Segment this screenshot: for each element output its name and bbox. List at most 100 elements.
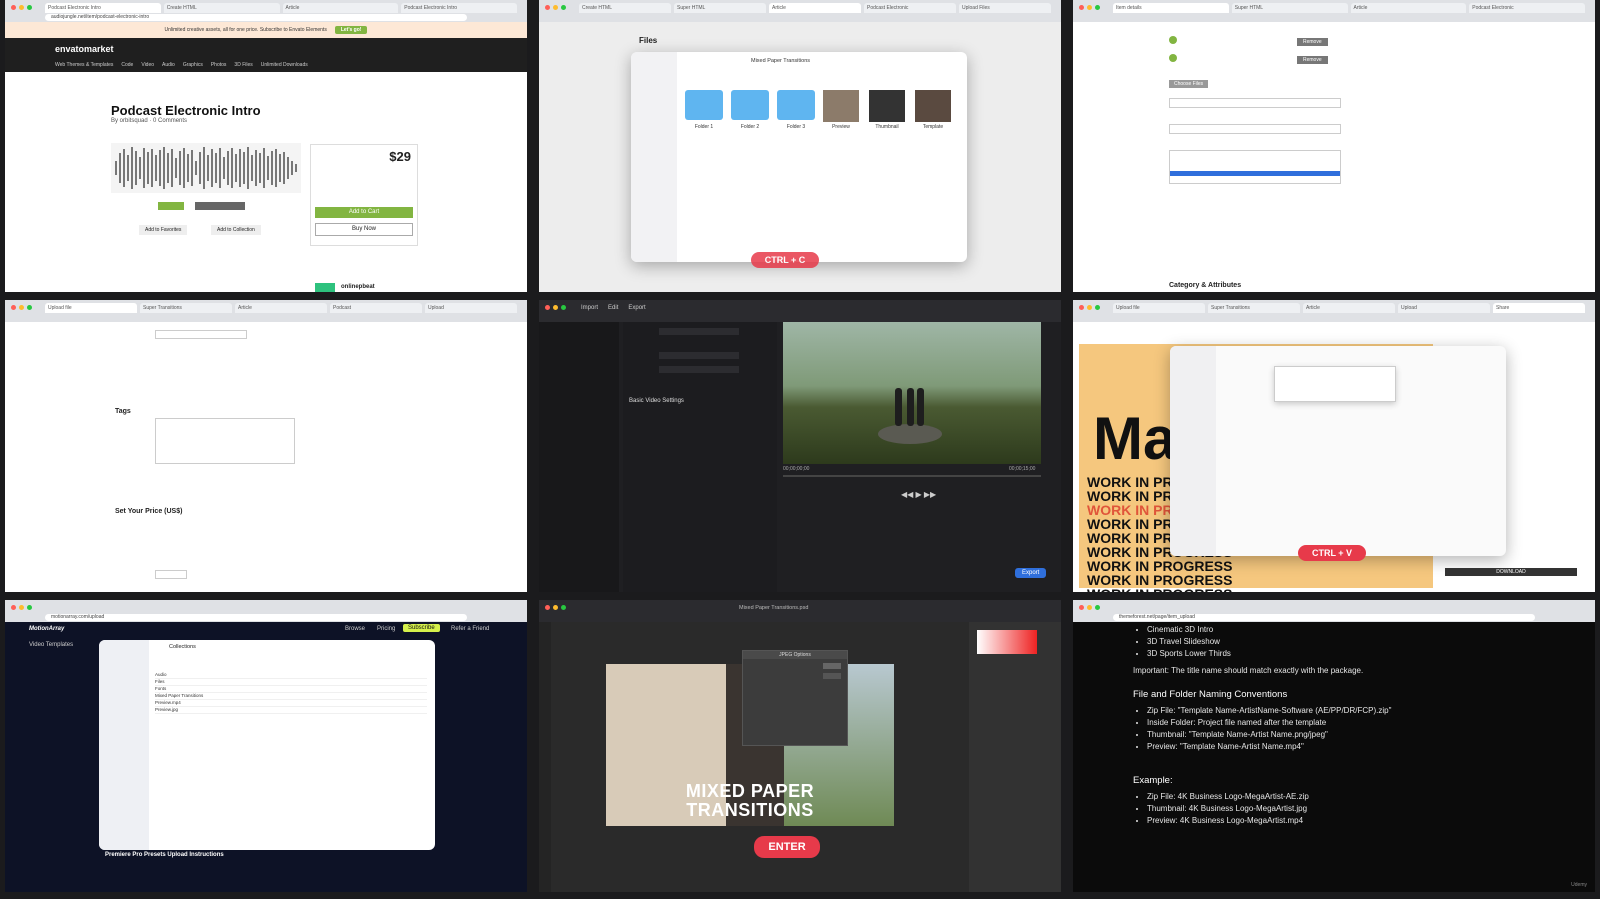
nav-link[interactable]: Browse [345, 626, 365, 632]
main-file-select[interactable] [1169, 124, 1341, 134]
export-button[interactable]: Export [1015, 568, 1047, 578]
close-dot[interactable] [1079, 5, 1084, 10]
zoom-dot[interactable] [1095, 5, 1100, 10]
seller-name[interactable]: onlinepbeat [341, 284, 375, 290]
menu-item[interactable]: Edit [608, 305, 618, 311]
file-thumbnail[interactable] [915, 90, 951, 122]
seller-avatar[interactable] [315, 283, 335, 292]
minimize-dot[interactable] [19, 605, 24, 610]
close-dot[interactable] [545, 605, 550, 610]
minimize-dot[interactable] [1087, 305, 1092, 310]
close-dot[interactable] [545, 305, 550, 310]
ok-button[interactable] [823, 663, 841, 669]
list-item[interactable]: Files [155, 679, 427, 686]
list-item[interactable]: Preview.jpg [155, 707, 427, 714]
window-controls[interactable] [11, 605, 32, 610]
close-dot[interactable] [1079, 305, 1084, 310]
zoom-dot[interactable] [27, 5, 32, 10]
browser-tab[interactable]: Podcast Electronic [1469, 3, 1585, 13]
browser-tab[interactable]: Article [282, 3, 399, 13]
timeline-scrubber[interactable] [783, 475, 1041, 477]
collection-button[interactable]: Add to Collection [211, 225, 261, 235]
address-bar[interactable]: motionarray.com/upload [45, 614, 467, 621]
browser-tab[interactable]: Upload file [1113, 303, 1205, 313]
choose-files-button[interactable]: Choose Files [1169, 80, 1209, 88]
preset-select[interactable] [659, 352, 739, 359]
filename-input[interactable] [659, 328, 739, 335]
promo-cta-button[interactable]: Let's go! [334, 26, 368, 34]
zoom-dot[interactable] [27, 605, 32, 610]
minimize-dot[interactable] [553, 605, 558, 610]
list-item[interactable]: Audio [155, 672, 427, 679]
preview-dropdown[interactable] [1169, 150, 1341, 184]
playback-controls[interactable]: ◀◀ ▶ ▶▶ [901, 490, 936, 499]
window-controls[interactable] [1079, 605, 1100, 610]
browser-tab[interactable]: Podcast Electronic Intro [401, 3, 517, 13]
zoom-dot[interactable] [1095, 305, 1100, 310]
site-logo[interactable]: envatomarket [55, 44, 114, 54]
file-thumbnail[interactable] [869, 90, 905, 122]
window-controls[interactable] [545, 605, 566, 610]
browser-tab[interactable]: Upload Files [959, 3, 1051, 13]
close-dot[interactable] [11, 305, 16, 310]
zoom-dot[interactable] [561, 305, 566, 310]
minimize-dot[interactable] [553, 305, 558, 310]
thumbnail-select[interactable] [1169, 98, 1341, 108]
close-dot[interactable] [1079, 605, 1084, 610]
menu-item[interactable]: Import [581, 305, 598, 311]
menu-item[interactable]: Audio [162, 62, 175, 68]
folder-icon[interactable] [685, 90, 723, 120]
window-controls[interactable] [11, 5, 32, 10]
menu-item[interactable]: Code [121, 62, 133, 68]
menu-item[interactable]: Web Themes & Templates [55, 62, 113, 68]
author-link[interactable]: By orbitsquad [111, 118, 148, 124]
browser-tab[interactable]: Upload file [45, 303, 137, 313]
play-button[interactable] [158, 202, 184, 210]
add-to-cart-button[interactable]: Add to Cart [315, 207, 413, 218]
browser-tab[interactable]: Podcast Electronic Intro [45, 3, 161, 13]
minimize-dot[interactable] [553, 5, 558, 10]
close-dot[interactable] [11, 605, 16, 610]
favorites-button[interactable]: Add to Favorites [139, 225, 188, 235]
minimize-dot[interactable] [1087, 5, 1092, 10]
folder-icon[interactable] [731, 90, 769, 120]
window-controls[interactable] [545, 305, 566, 310]
menu-item[interactable]: Graphics [183, 62, 203, 68]
buy-now-button[interactable]: Buy Now [315, 223, 413, 236]
browser-tab[interactable]: Super Transitions [1208, 303, 1300, 313]
cancel-button[interactable] [823, 673, 841, 679]
tags-textarea[interactable] [155, 418, 295, 464]
browser-tab[interactable]: Upload [1398, 303, 1490, 313]
window-controls[interactable] [545, 5, 566, 10]
download-button[interactable]: DOWNLOAD [1445, 568, 1577, 576]
tools-panel[interactable] [539, 622, 551, 892]
window-controls[interactable] [1079, 5, 1100, 10]
minimize-dot[interactable] [19, 305, 24, 310]
browser-tab[interactable]: Item details [1113, 3, 1229, 13]
address-bar[interactable]: themeforest.net/page/item_upload [1113, 614, 1535, 621]
comments-link[interactable]: 0 Comments [153, 118, 187, 124]
menu-item[interactable]: Video [141, 62, 154, 68]
zoom-dot[interactable] [561, 5, 566, 10]
browser-tab[interactable]: Super HTML [1231, 3, 1348, 13]
menu-item[interactable]: Unlimited Downloads [261, 62, 308, 68]
audio-waveform[interactable] [111, 143, 301, 193]
browser-tab[interactable]: Create HTML [163, 3, 280, 13]
menu-item[interactable]: 3D Files [234, 62, 252, 68]
nav-link[interactable]: Refer a Friend [451, 626, 489, 632]
list-item[interactable]: Mixed Paper Transitions [155, 693, 427, 700]
minimize-dot[interactable] [1087, 605, 1092, 610]
download-preview-button[interactable] [195, 202, 245, 210]
remove-button[interactable]: Remove [1297, 56, 1328, 64]
zoom-dot[interactable] [27, 305, 32, 310]
browser-tab[interactable]: Super HTML [674, 3, 766, 13]
site-logo[interactable]: MotionArray [29, 626, 64, 632]
file-thumbnail[interactable] [823, 90, 859, 122]
zoom-dot[interactable] [561, 605, 566, 610]
minimize-dot[interactable] [19, 5, 24, 10]
folder-icon[interactable] [777, 90, 815, 120]
video-preview[interactable] [783, 322, 1041, 464]
window-controls[interactable] [11, 305, 32, 310]
browser-tab[interactable]: Super Transitions [140, 303, 232, 313]
zoom-dot[interactable] [1095, 605, 1100, 610]
